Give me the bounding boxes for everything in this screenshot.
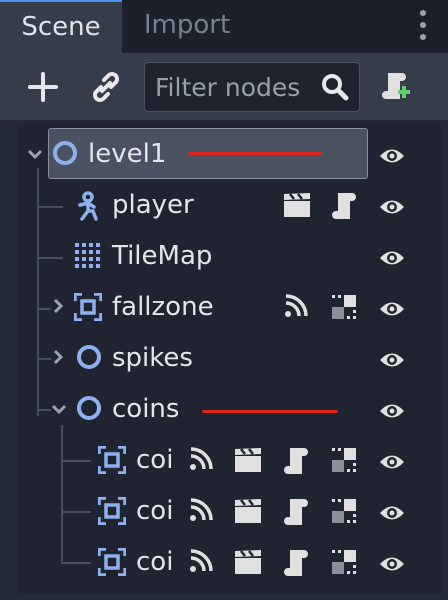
node-label: spikes	[112, 343, 193, 373]
node-circle-icon	[77, 345, 101, 369]
visibility-eye-icon[interactable]	[378, 397, 406, 425]
tilemap-icon	[75, 243, 100, 268]
scene-icon[interactable]	[233, 548, 263, 576]
visibility-eye-icon[interactable]	[378, 244, 406, 272]
annotation-underline	[188, 152, 322, 155]
node-label: coins	[112, 394, 180, 424]
annotation-underline	[202, 410, 338, 413]
tree-row-fallzone[interactable]: fallzone	[0, 283, 448, 333]
tab-import[interactable]: Import	[124, 0, 250, 53]
script-icon[interactable]	[282, 497, 310, 527]
node-label: fallzone	[112, 292, 214, 322]
tree-row-coi[interactable]: coi	[0, 487, 448, 537]
dock-tabs: Scene Import	[0, 0, 448, 53]
chevron-right-icon[interactable]	[52, 349, 64, 365]
visibility-eye-icon[interactable]	[378, 346, 406, 374]
node-label: level1	[88, 139, 167, 169]
chevron-right-icon[interactable]	[52, 298, 64, 314]
search-icon	[322, 74, 349, 101]
groups-icon[interactable]	[330, 548, 358, 576]
tab-scene[interactable]: Scene	[0, 0, 122, 53]
visibility-eye-icon[interactable]	[378, 499, 406, 527]
visibility-eye-icon[interactable]	[378, 193, 406, 221]
tree-row-tilemap[interactable]: TileMap	[0, 232, 448, 282]
node-label: player	[112, 190, 194, 220]
signal-icon[interactable]	[283, 293, 309, 319]
kinematic-body-icon	[78, 191, 98, 221]
node-label: TileMap	[112, 241, 213, 271]
script-icon[interactable]	[282, 548, 310, 578]
groups-icon[interactable]	[330, 293, 358, 321]
groups-icon[interactable]	[330, 446, 358, 474]
filter-nodes-input[interactable]	[155, 69, 315, 105]
tree-row-player[interactable]: player	[0, 181, 448, 231]
signal-icon[interactable]	[188, 446, 214, 472]
node-circle-icon	[77, 396, 101, 420]
tree-row-spikes[interactable]: spikes	[0, 334, 448, 384]
area-icon	[98, 548, 126, 576]
area-icon	[74, 293, 102, 321]
filter-nodes-field[interactable]	[144, 62, 360, 112]
scene-icon[interactable]	[233, 446, 263, 474]
node-circle-icon	[53, 141, 77, 165]
area-icon	[98, 497, 126, 525]
signal-icon[interactable]	[188, 548, 214, 574]
node-label: coi	[136, 547, 174, 577]
visibility-eye-icon[interactable]	[378, 142, 406, 170]
scene-icon[interactable]	[233, 497, 263, 525]
area-icon	[98, 446, 126, 474]
node-label: coi	[136, 445, 174, 475]
tree-row-level1[interactable]: level1	[0, 130, 448, 180]
visibility-eye-icon[interactable]	[378, 295, 406, 323]
script-icon[interactable]	[330, 191, 358, 221]
more-options-icon[interactable]	[420, 10, 426, 40]
signal-icon[interactable]	[188, 497, 214, 523]
tree-row-coi[interactable]: coi	[0, 538, 448, 588]
attach-script-icon[interactable]	[380, 70, 412, 104]
visibility-eye-icon[interactable]	[378, 448, 406, 476]
chevron-down-icon[interactable]	[51, 403, 67, 415]
chevron-down-icon[interactable]	[27, 148, 43, 160]
scene-icon[interactable]	[282, 191, 312, 219]
visibility-eye-icon[interactable]	[378, 550, 406, 578]
add-node-icon[interactable]	[28, 72, 58, 102]
instance-child-scene-icon[interactable]	[90, 70, 122, 104]
tree-row-coi[interactable]: coi	[0, 436, 448, 486]
groups-icon[interactable]	[330, 497, 358, 525]
node-label: coi	[136, 496, 174, 526]
script-icon[interactable]	[282, 446, 310, 476]
